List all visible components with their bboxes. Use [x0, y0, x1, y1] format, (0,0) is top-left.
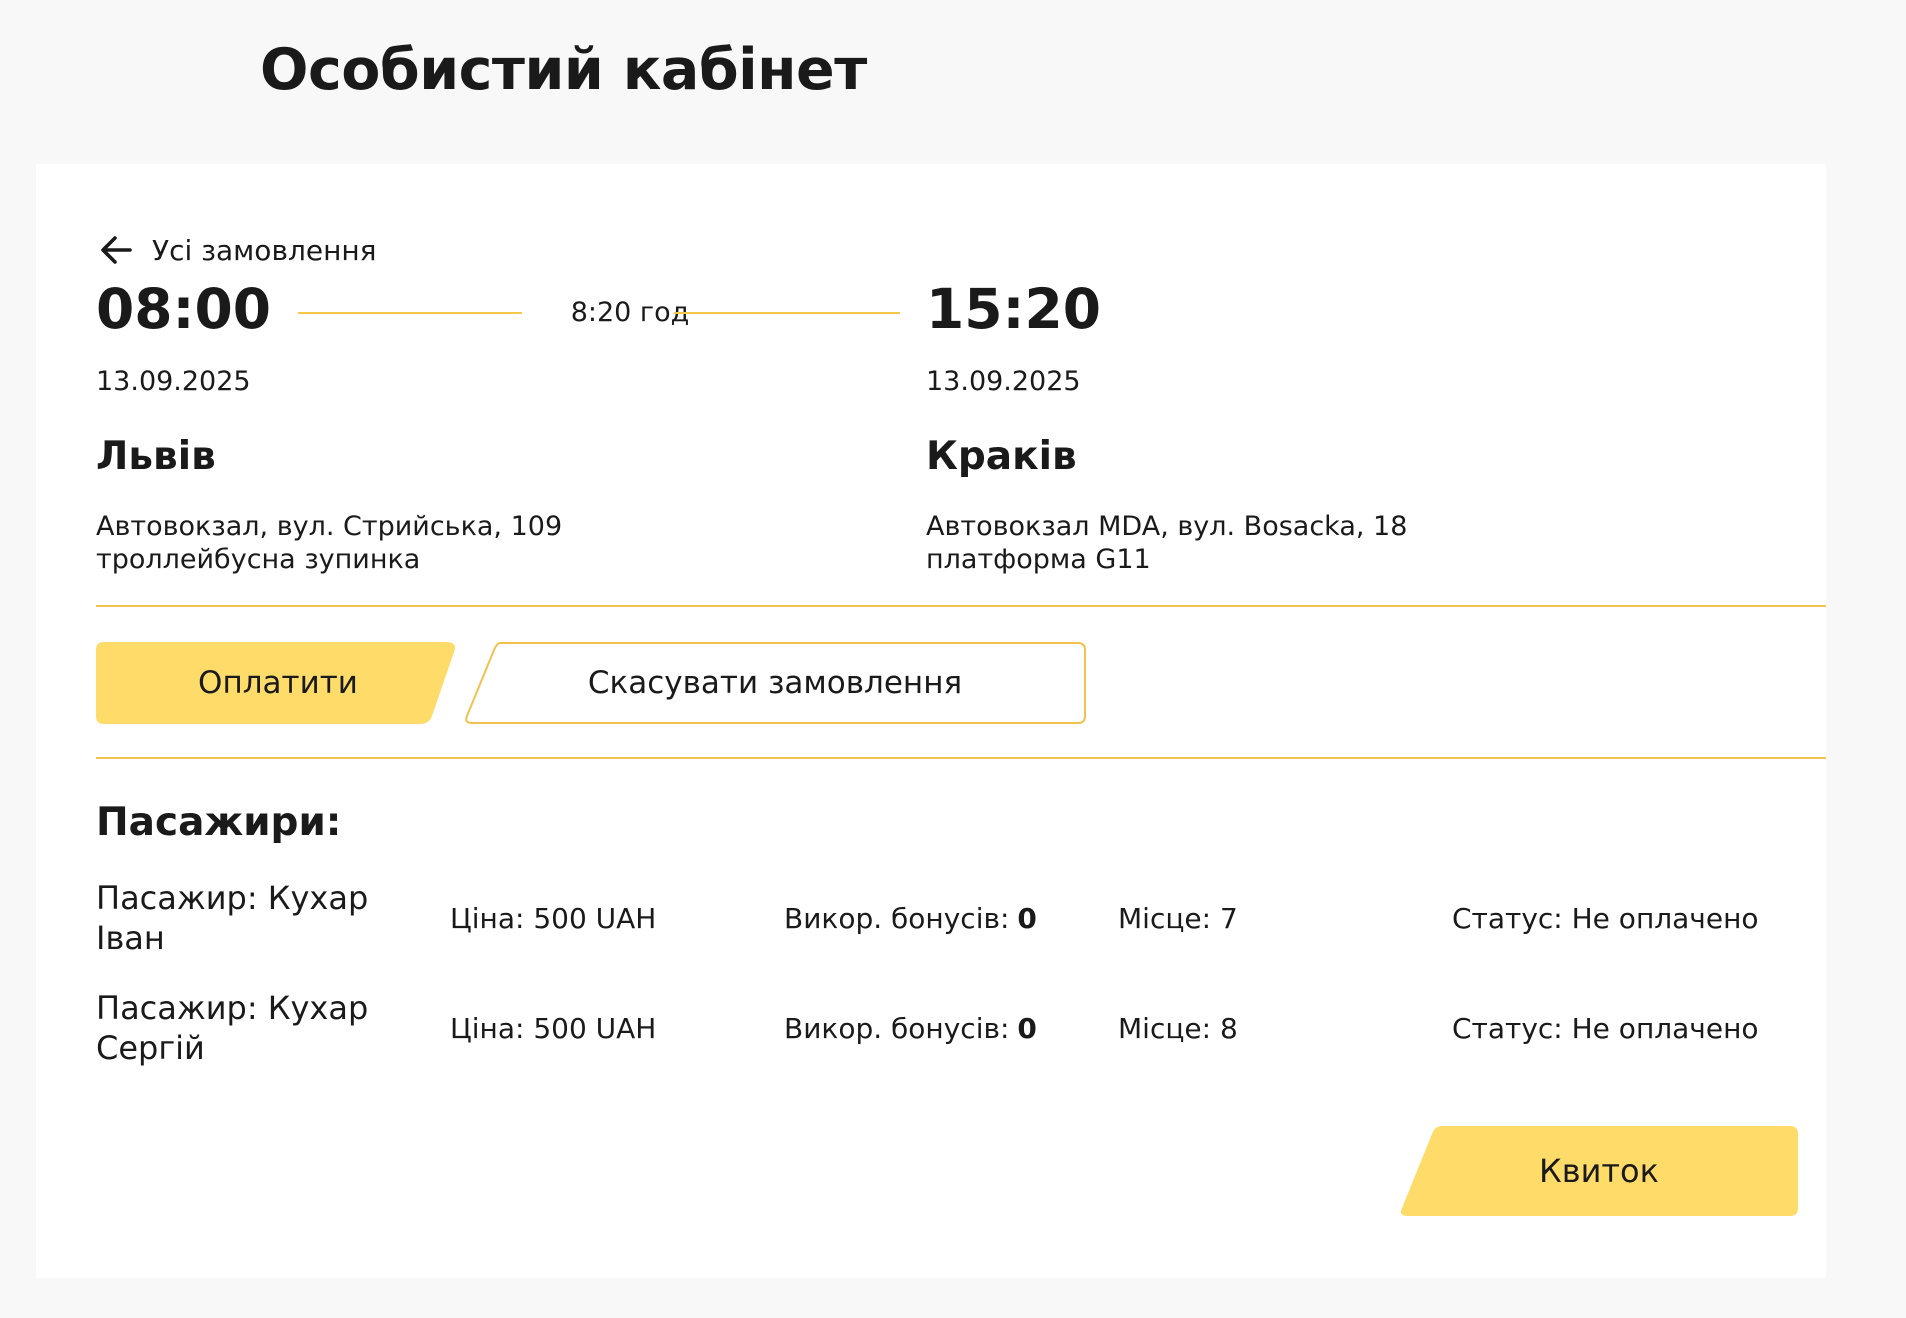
bonus-label: Викор. бонусів: — [784, 1011, 1010, 1045]
order-details-card: Усі замовлення 08:00 8:20 год 15:20 13.0… — [36, 164, 1826, 1278]
passenger-bonus: Викор. бонусів: 0 — [784, 986, 1037, 1070]
departure-address-line1: Автовокзал, вул. Стрийська, 109 — [96, 511, 563, 542]
passenger-name: Пасажир: Кухар Іван — [96, 879, 369, 957]
passenger-price: Ціна: 500 UAH — [450, 901, 657, 935]
arrival-address-line1: Автовокзал MDA, вул. Bosacka, 18 — [926, 511, 1408, 542]
passenger-status: Статус: Не оплачено — [1452, 1011, 1759, 1045]
passenger-seat: Місце: 8 — [1118, 1011, 1238, 1045]
arrival-date: 13.09.2025 — [926, 366, 1081, 397]
passenger-seat: Місце: 7 — [1118, 901, 1238, 935]
arrow-left-icon — [101, 236, 132, 264]
bonus-value: 0 — [1017, 901, 1037, 935]
departure-time: 08:00 — [96, 277, 272, 341]
cancel-order-button[interactable]: Скасувати замовлення — [464, 642, 1086, 724]
duration-line-right — [674, 312, 900, 314]
departure-address: Автовокзал, вул. Стрийська, 109 троллейб… — [96, 510, 562, 576]
arrival-city: Краків — [926, 434, 1077, 479]
bonus-label: Викор. бонусів: — [784, 901, 1010, 935]
passenger-name: Пасажир: Кухар Сергій — [96, 989, 369, 1067]
arrival-address: Автовокзал MDA, вул. Bosacka, 18 платфор… — [926, 510, 1407, 576]
divider-bottom — [96, 757, 1826, 759]
departure-date: 13.09.2025 — [96, 366, 251, 397]
passenger-status: Статус: Не оплачено — [1452, 901, 1759, 935]
passenger-row: Пасажир: Кухар Сергій Ціна: 500 UAH Вико… — [96, 986, 1796, 1070]
passenger-row: Пасажир: Кухар Іван Ціна: 500 UAH Викор.… — [96, 876, 1796, 960]
back-to-orders-link[interactable]: Усі замовлення — [96, 230, 377, 270]
pay-button-label: Оплатити — [198, 665, 358, 701]
back-link-label: Усі замовлення — [152, 233, 377, 267]
passengers-heading: Пасажири: — [96, 800, 342, 845]
pay-button[interactable]: Оплатити — [96, 642, 460, 724]
departure-city: Львів — [96, 434, 216, 479]
divider-top — [96, 605, 1826, 607]
passenger-bonus: Викор. бонусів: 0 — [784, 876, 1037, 960]
arrival-time: 15:20 — [926, 277, 1102, 341]
departure-address-line2: троллейбусна зупинка — [96, 544, 421, 575]
ticket-button[interactable]: Квиток — [1400, 1126, 1798, 1216]
arrival-address-line2: платформа G11 — [926, 544, 1151, 575]
page-title: Особистий кабінет — [260, 37, 867, 103]
duration-line-left — [298, 312, 522, 314]
ticket-button-label: Квиток — [1539, 1152, 1659, 1190]
bonus-value: 0 — [1017, 1011, 1037, 1045]
passenger-price: Ціна: 500 UAH — [450, 1011, 657, 1045]
cancel-button-label: Скасувати замовлення — [587, 665, 963, 701]
